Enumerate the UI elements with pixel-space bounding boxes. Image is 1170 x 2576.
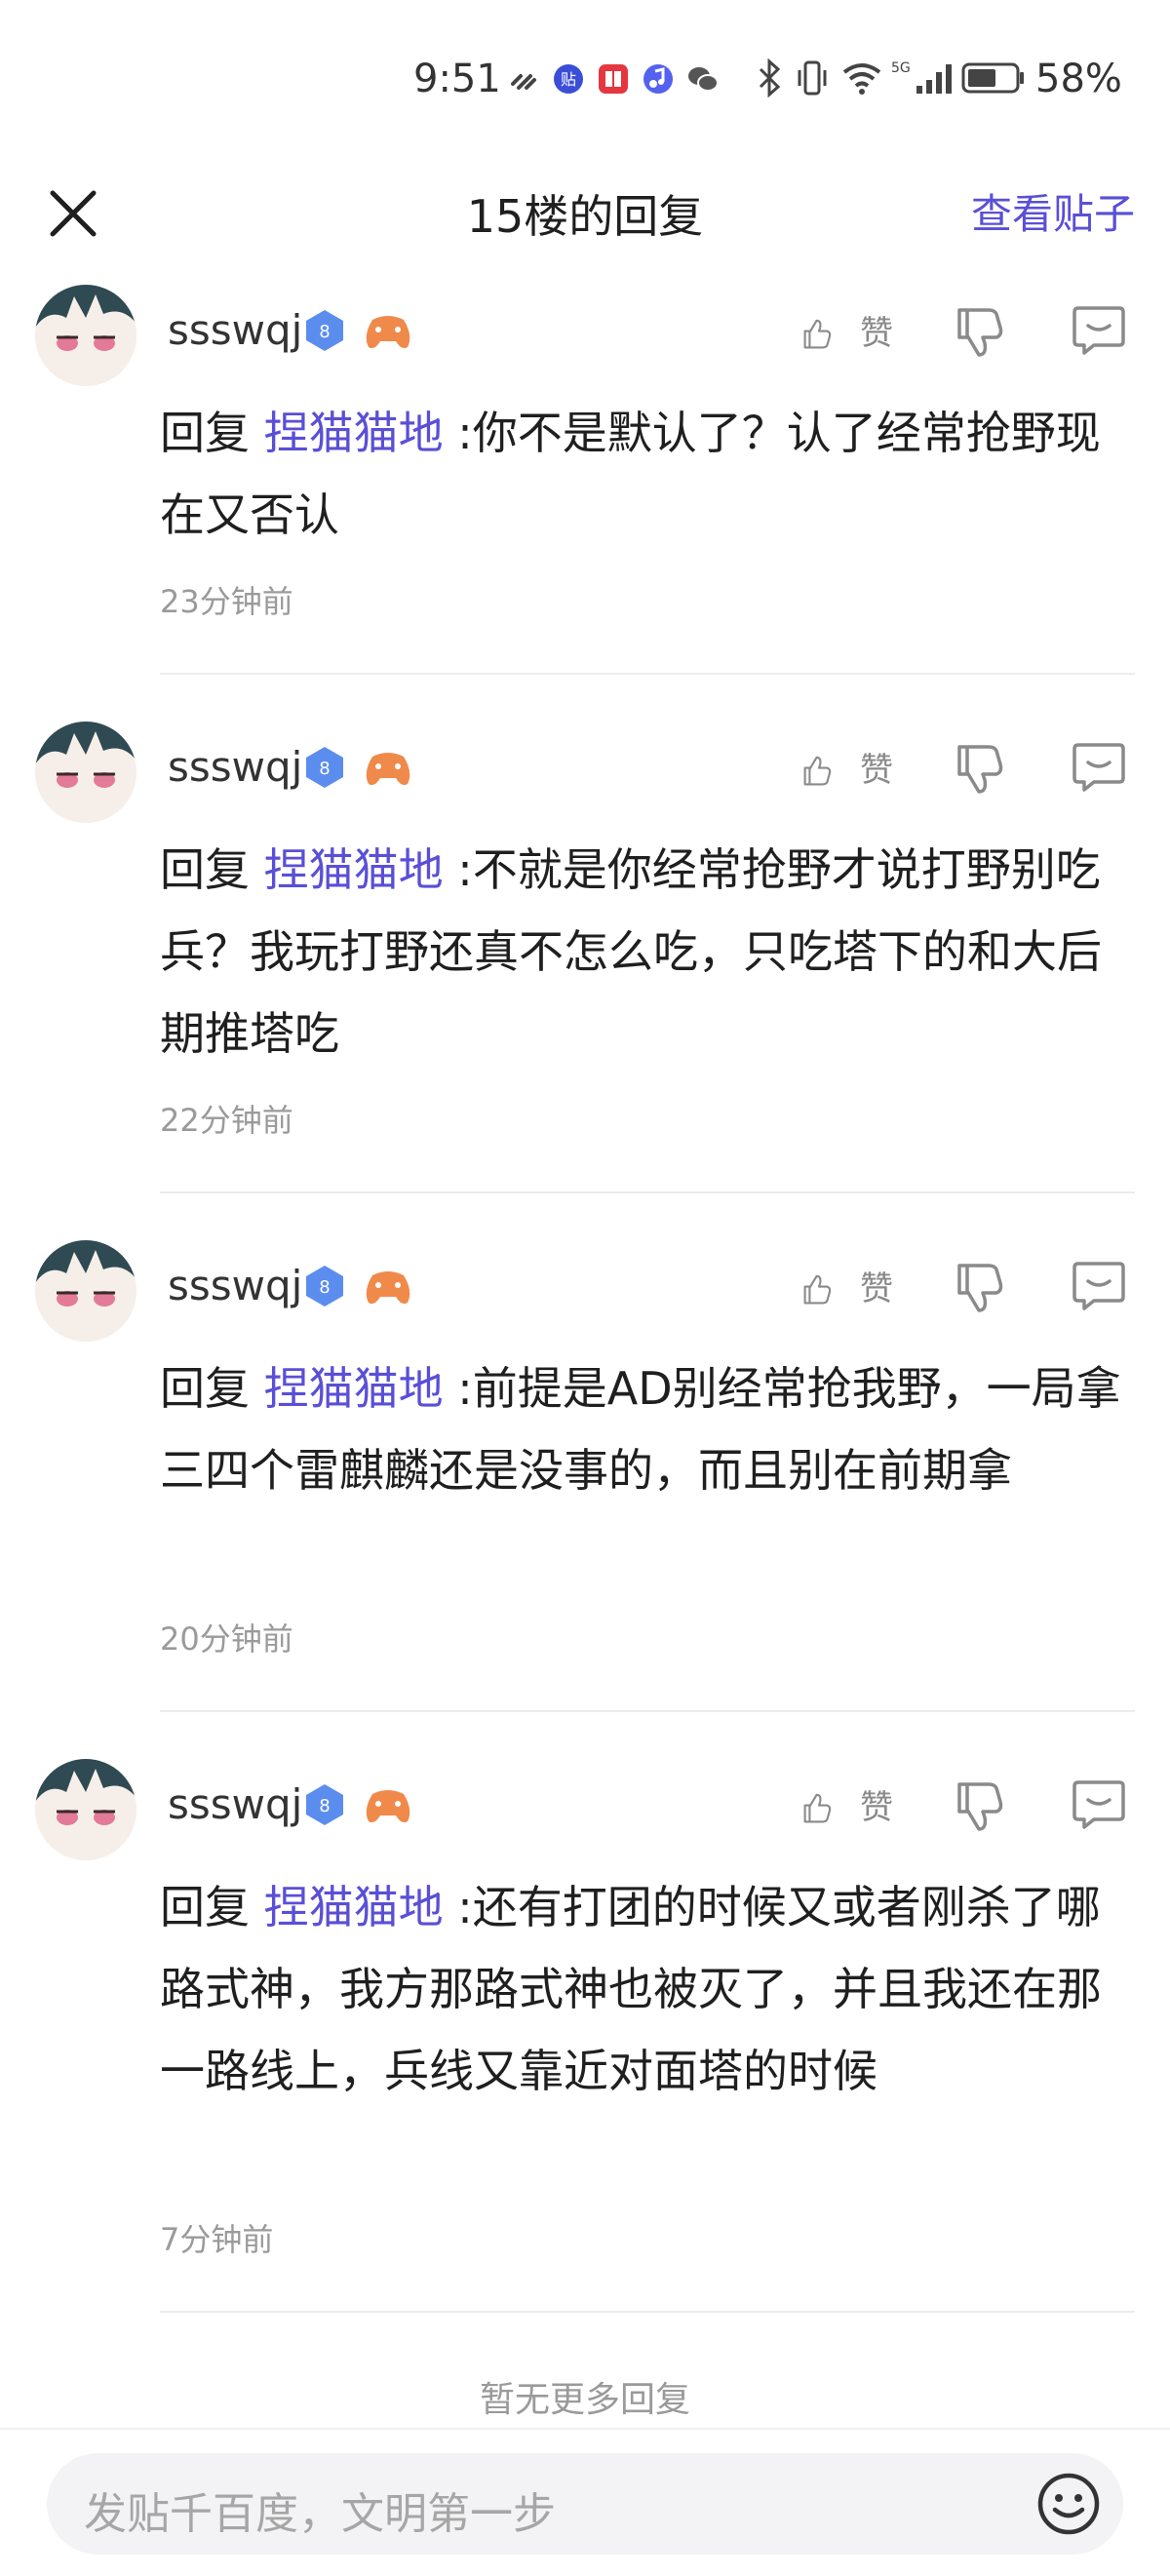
username[interactable]: ssswqj: [168, 306, 302, 354]
comment-text: 回复 捏猫猫地 :你不是默认了？认了经常抢野现在又否认: [160, 392, 1135, 556]
dislike-icon[interactable]: [954, 1260, 1008, 1318]
emoji-icon[interactable]: [1035, 2471, 1102, 2537]
like-label[interactable]: 赞: [860, 1262, 893, 1309]
avatar[interactable]: [35, 1759, 136, 1860]
reply-prefix: 回复: [160, 1881, 250, 1933]
status-time: 9:51: [413, 57, 501, 101]
wechat-icon: [688, 67, 719, 92]
level-badge: 8: [306, 1266, 343, 1307]
timestamp: 7分钟前: [160, 2221, 274, 2258]
battery-icon: [961, 62, 1024, 94]
view-post-link[interactable]: 查看贴子: [971, 181, 1135, 241]
reply-prefix: 回复: [160, 843, 250, 896]
divider: [160, 2311, 1135, 2313]
like-label[interactable]: 赞: [860, 743, 893, 791]
avatar[interactable]: [35, 285, 136, 386]
svg-text:贴: 贴: [561, 70, 576, 89]
avatar-image: [35, 1759, 136, 1860]
divider: [160, 673, 1135, 675]
top-bar: 15楼的回复 查看贴子: [0, 172, 1170, 281]
input-placeholder: 发贴千百度，文明第一步: [84, 2489, 556, 2539]
tieba-icon: 贴: [554, 64, 583, 94]
mention-link[interactable]: 捏猫猫地: [264, 843, 444, 896]
avatar-image: [35, 1240, 136, 1342]
bluetooth-icon: [759, 59, 781, 98]
level-badge: 8: [306, 310, 343, 351]
level-text: 8: [319, 1796, 330, 1816]
5g-signal-icon: 5G: [891, 60, 952, 94]
timestamp: 23分钟前: [160, 583, 293, 620]
svg-text:5G: 5G: [891, 60, 911, 76]
avatar-image: [35, 722, 136, 823]
book-icon: [599, 64, 628, 94]
gamepad-icon: [366, 1271, 410, 1305]
avatar[interactable]: [35, 722, 136, 823]
dislike-icon[interactable]: [954, 741, 1008, 800]
reply-icon[interactable]: [1071, 1258, 1127, 1312]
divider: [160, 1710, 1135, 1712]
like-label[interactable]: 赞: [860, 1780, 893, 1828]
like-icon[interactable]: [801, 741, 860, 800]
level-text: 8: [319, 1277, 330, 1298]
reply-icon[interactable]: [1071, 1776, 1127, 1831]
gamepad-icon: [366, 753, 410, 786]
reply-icon[interactable]: [1071, 302, 1127, 357]
timestamp: 20分钟前: [160, 1620, 293, 1658]
username[interactable]: ssswqj: [168, 1262, 302, 1309]
comment-text: 回复 捏猫猫地 :前提是AD别经常抢我野，一局拿三四个雷麒麟还是没事的，而且别在…: [160, 1347, 1135, 1511]
gamepad-icon: [366, 1790, 410, 1823]
like-icon[interactable]: [801, 1260, 860, 1318]
avatar-image: [35, 285, 136, 386]
no-more-replies: 暂无更多回复: [479, 2380, 690, 2420]
status-bar: 9:51 贴 5G 58%: [0, 0, 1170, 172]
link-icon: [511, 74, 536, 90]
mention-link[interactable]: 捏猫猫地: [264, 1881, 444, 1933]
vibrate-icon: [798, 60, 827, 96]
reply-input[interactable]: 发贴千百度，文明第一步: [47, 2453, 1123, 2555]
reply-input-bar: 发贴千百度，文明第一步: [0, 2428, 1170, 2576]
reply-prefix: 回复: [160, 1362, 250, 1415]
reply-prefix: 回复: [160, 407, 250, 459]
level-badge: 8: [306, 747, 343, 788]
reply-icon[interactable]: [1071, 739, 1127, 794]
like-label[interactable]: 赞: [860, 306, 893, 354]
like-icon[interactable]: [801, 304, 860, 363]
mention-link[interactable]: 捏猫猫地: [264, 407, 444, 459]
wifi-icon: [842, 63, 881, 95]
timestamp: 22分钟前: [160, 1102, 293, 1139]
battery-percent: 58%: [1035, 57, 1122, 101]
level-text: 8: [319, 759, 330, 779]
comment-text: 回复 捏猫猫地 :不就是你经常抢野才说打野别吃兵？我玩打野还真不怎么吃，只吃塔下…: [160, 829, 1135, 1074]
avatar[interactable]: [35, 1240, 136, 1342]
mention-link[interactable]: 捏猫猫地: [264, 1362, 444, 1415]
dislike-icon[interactable]: [954, 304, 1008, 363]
level-text: 8: [319, 322, 330, 342]
username[interactable]: ssswqj: [168, 743, 302, 791]
music-icon: [644, 64, 673, 94]
like-icon[interactable]: [801, 1778, 860, 1837]
dislike-icon[interactable]: [954, 1778, 1008, 1837]
level-badge: 8: [306, 1784, 343, 1825]
comment-text: 回复 捏猫猫地 :还有打团的时候又或者刚杀了哪路式神，我方那路式神也被灭了，并且…: [160, 1866, 1135, 2112]
gamepad-icon: [366, 316, 410, 349]
username[interactable]: ssswqj: [168, 1780, 302, 1828]
divider: [160, 1191, 1135, 1193]
